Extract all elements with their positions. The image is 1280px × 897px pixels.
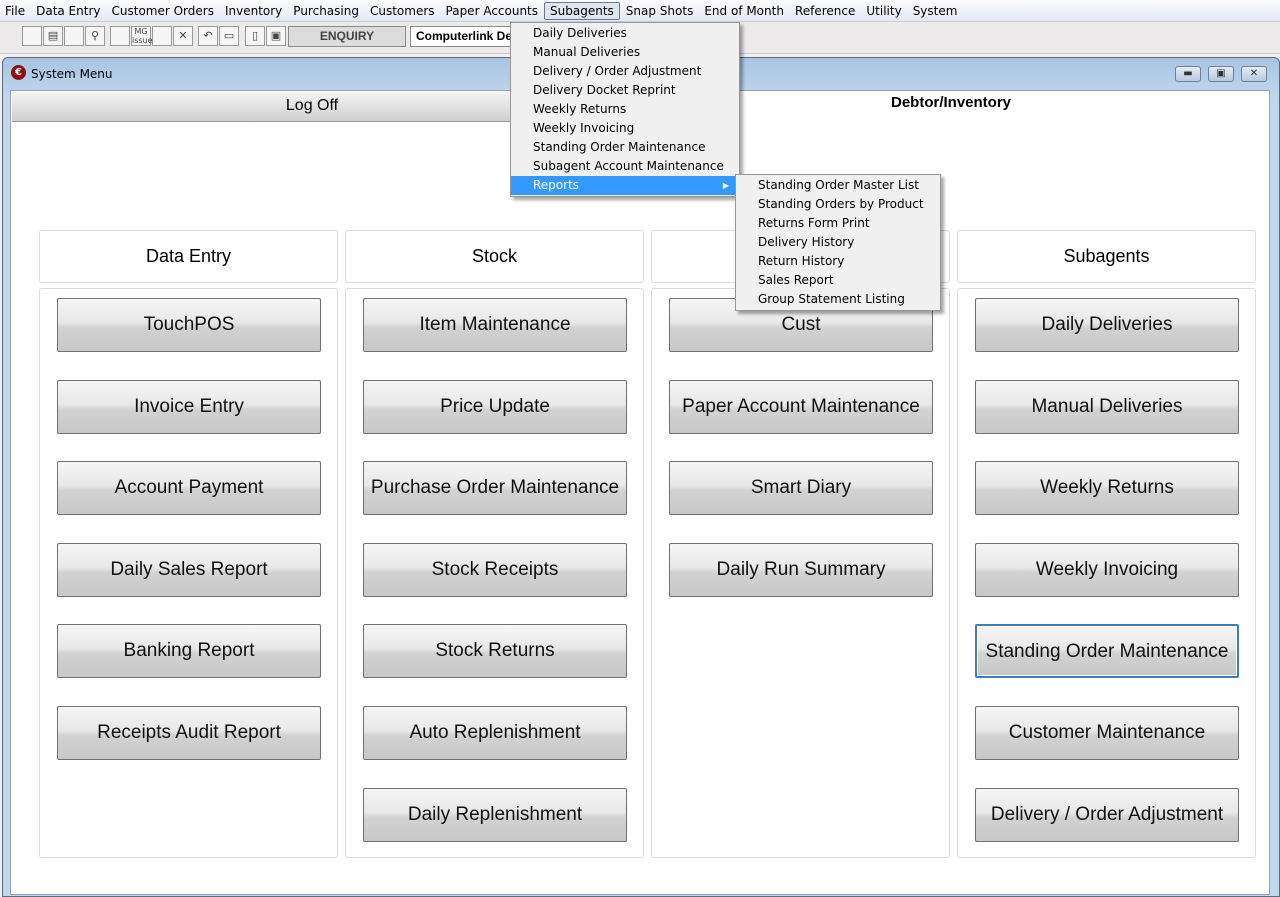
menu-item-label: Manual Deliveries xyxy=(533,45,641,59)
window-title: System Menu xyxy=(31,67,113,81)
menu-customers[interactable]: Customers xyxy=(365,3,440,19)
menu-item-delivery-history[interactable]: Delivery History xyxy=(736,233,940,252)
client-area: Log Off Debtor/Inventory Data Entry Touch… xyxy=(10,90,1270,895)
reports-submenu: Standing Order Master List Standing Order… xyxy=(735,174,941,311)
menu-subagents[interactable]: Subagents xyxy=(544,1,620,20)
blank-tool-button[interactable] xyxy=(110,26,130,46)
menu-inventory[interactable]: Inventory xyxy=(220,3,287,19)
column-header-stock: Stock xyxy=(345,230,644,283)
menu-item-return-history[interactable]: Return History xyxy=(736,252,940,271)
delivery-order-adjustment-button[interactable]: Delivery / Order Adjustment xyxy=(975,788,1239,842)
smart-diary-button[interactable]: Smart Diary xyxy=(669,461,933,515)
column-stock: Item Maintenance Price Update Purchase Ord… xyxy=(345,288,644,858)
menu-bar: File Data Entry Customer Orders Inventory Pu… xyxy=(0,0,1280,22)
menu-data-entry[interactable]: Data Entry xyxy=(31,3,105,19)
open-folder-icon[interactable]: ▭ xyxy=(219,26,239,46)
daily-sales-report-button[interactable]: Daily Sales Report xyxy=(57,543,321,597)
auto-replenishment-button[interactable]: Auto Replenishment xyxy=(363,706,627,760)
column-2: Cust Paper Account Maintenance Smart Diary… xyxy=(651,288,950,858)
mg-issue-button[interactable]: MG issue xyxy=(131,26,153,46)
menu-utility[interactable]: Utility xyxy=(861,3,906,19)
manual-deliveries-button[interactable]: Manual Deliveries xyxy=(975,380,1239,434)
menu-item-standing-order-master-list[interactable]: Standing Order Master List xyxy=(736,176,940,195)
maximize-button[interactable]: ▣ xyxy=(1208,66,1234,82)
daily-deliveries-button[interactable]: Daily Deliveries xyxy=(975,298,1239,352)
standing-order-maintenance-button[interactable]: Standing Order Maintenance xyxy=(975,624,1239,678)
daily-run-summary-button[interactable]: Daily Run Summary xyxy=(669,543,933,597)
account-payment-button[interactable]: Account Payment xyxy=(57,461,321,515)
touchpos-button[interactable]: TouchPOS xyxy=(57,298,321,352)
daily-replenishment-button[interactable]: Daily Replenishment xyxy=(363,788,627,842)
price-update-button[interactable]: Price Update xyxy=(363,380,627,434)
menu-item-subagent-account-maintenance[interactable]: Subagent Account Maintenance xyxy=(511,157,739,176)
menu-item-standing-order-maintenance[interactable]: Standing Order Maintenance xyxy=(511,138,739,157)
mode-indicator: ENQUIRY xyxy=(288,26,406,47)
menu-item-delivery-docket-reprint[interactable]: Delivery Docket Reprint xyxy=(511,81,739,100)
menu-purchasing[interactable]: Purchasing xyxy=(288,3,364,19)
column-header-data-entry: Data Entry xyxy=(39,230,338,283)
blank-tool-button[interactable] xyxy=(64,26,84,46)
issue-label: issue xyxy=(132,36,153,45)
item-maintenance-button[interactable]: Item Maintenance xyxy=(363,298,627,352)
app-icon: € xyxy=(11,65,26,80)
banking-report-button[interactable]: Banking Report xyxy=(57,624,321,678)
stock-returns-button[interactable]: Stock Returns xyxy=(363,624,627,678)
menu-item-reports[interactable]: Reports ▶ xyxy=(511,176,739,195)
menu-item-group-statement-listing[interactable]: Group Statement Listing xyxy=(736,290,940,309)
menu-item-label: Delivery Docket Reprint xyxy=(533,83,676,97)
save-icon[interactable]: ▣ xyxy=(266,26,286,46)
subagents-menu: Daily Deliveries Manual Deliveries Deliver… xyxy=(510,22,740,197)
menu-item-label: Daily Deliveries xyxy=(533,26,627,40)
menu-item-weekly-returns[interactable]: Weekly Returns xyxy=(511,100,739,119)
menu-reference[interactable]: Reference xyxy=(790,3,860,19)
menu-item-label: Reports xyxy=(533,178,580,192)
menu-item-returns-form-print[interactable]: Returns Form Print xyxy=(736,214,940,233)
menu-customer-orders[interactable]: Customer Orders xyxy=(107,3,219,19)
paper-account-maintenance-button[interactable]: Paper Account Maintenance xyxy=(669,380,933,434)
menu-file[interactable]: File xyxy=(0,3,30,19)
section-title: Debtor/Inventory xyxy=(890,94,1011,111)
customer-maintenance-button[interactable]: Customer Maintenance xyxy=(975,706,1239,760)
delete-icon[interactable]: ✕ xyxy=(173,26,193,46)
menu-item-weekly-invoicing[interactable]: Weekly Invoicing xyxy=(511,119,739,138)
menu-system[interactable]: System xyxy=(908,3,963,19)
mg-label: MG xyxy=(134,27,148,36)
weekly-returns-button[interactable]: Weekly Returns xyxy=(975,461,1239,515)
blank-tool-button[interactable] xyxy=(152,26,172,46)
menu-end-of-month[interactable]: End of Month xyxy=(699,3,789,19)
close-button[interactable]: ✕ xyxy=(1241,66,1267,82)
preview-icon[interactable]: ▤ xyxy=(43,26,63,46)
blank-tool-button[interactable] xyxy=(22,26,42,46)
menu-item-standing-orders-by-product[interactable]: Standing Orders by Product xyxy=(736,195,940,214)
menu-item-label: Standing Order Maintenance xyxy=(533,140,706,154)
column-data-entry: TouchPOS Invoice Entry Account Payment Dail… xyxy=(39,288,338,858)
menu-item-label: Weekly Returns xyxy=(533,102,627,116)
submenu-arrow-icon: ▶ xyxy=(722,181,729,190)
invoice-entry-button[interactable]: Invoice Entry xyxy=(57,380,321,434)
undo-icon[interactable]: ↶ xyxy=(198,26,218,46)
menu-item-delivery-order-adjustment[interactable]: Delivery / Order Adjustment xyxy=(511,62,739,81)
stock-receipts-button[interactable]: Stock Receipts xyxy=(363,543,627,597)
menu-item-label: Subagent Account Maintenance xyxy=(533,159,724,173)
menu-paper-accounts[interactable]: Paper Accounts xyxy=(441,3,544,19)
menu-item-label: Weekly Invoicing xyxy=(533,121,635,135)
menu-item-label: Delivery / Order Adjustment xyxy=(533,64,702,78)
menu-item-sales-report[interactable]: Sales Report xyxy=(736,271,940,290)
minimize-button[interactable]: ▬ xyxy=(1175,66,1201,82)
binoculars-icon[interactable]: ⚲ xyxy=(85,26,105,46)
receipts-audit-report-button[interactable]: Receipts Audit Report xyxy=(57,706,321,760)
menu-snap-shots[interactable]: Snap Shots xyxy=(621,3,699,19)
new-document-icon[interactable]: ▯ xyxy=(245,26,265,46)
menu-item-manual-deliveries[interactable]: Manual Deliveries xyxy=(511,43,739,62)
company-field: Computerlink De xyxy=(410,26,515,47)
column-subagents: Daily Deliveries Manual Deliveries Weekly … xyxy=(957,288,1256,858)
weekly-invoicing-button[interactable]: Weekly Invoicing xyxy=(975,543,1239,597)
menu-item-daily-deliveries[interactable]: Daily Deliveries xyxy=(511,24,739,43)
purchase-order-maintenance-button[interactable]: Purchase Order Maintenance xyxy=(363,461,627,515)
column-header-subagents: Subagents xyxy=(957,230,1256,283)
